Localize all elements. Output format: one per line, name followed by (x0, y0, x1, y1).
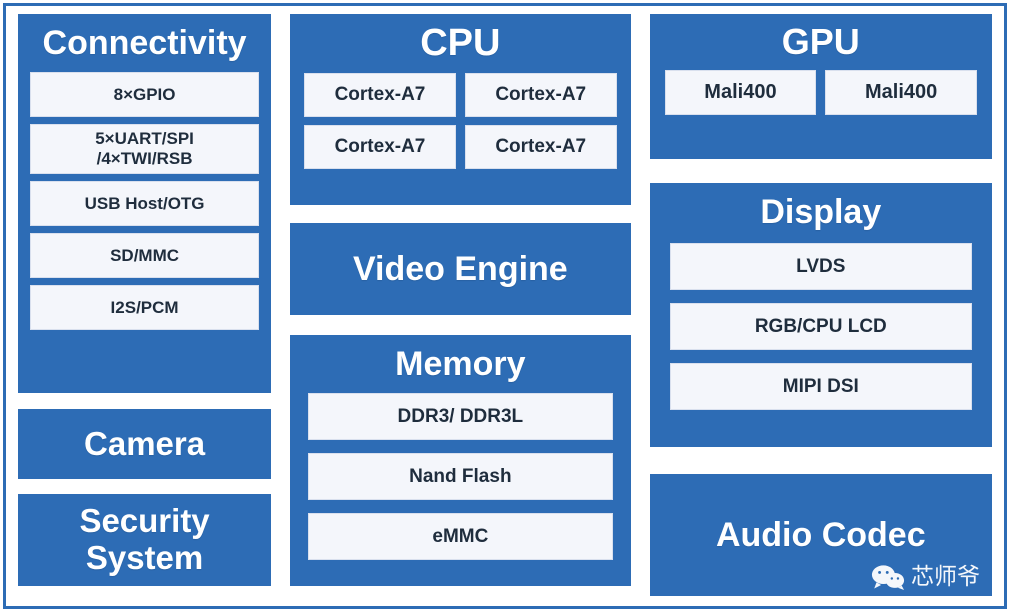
block-memory-title: Memory (395, 345, 526, 383)
cpu-core-row-2: Cortex-A7 Cortex-A7 (304, 124, 617, 169)
connectivity-item-list: 8×GPIO 5×UART/SPI /4×TWI/RSB USB Host/OT… (30, 72, 260, 331)
security-title-line2: System (85, 539, 204, 576)
block-audio-codec-title: Audio Codec (715, 515, 926, 554)
watermark: 芯师爷 (871, 564, 980, 590)
display-item-lvds: LVDS (669, 243, 972, 291)
block-audio-codec: Audio Codec 芯师爷 (649, 474, 992, 596)
block-video-engine-title: Video Engine (352, 249, 568, 288)
block-cpu-title: CPU (420, 22, 501, 64)
security-title-line1: Security (79, 502, 210, 540)
block-gpu-title: GPU (781, 21, 860, 62)
block-camera: Camera (18, 409, 272, 479)
connectivity-item-i2s-pcm: I2S/PCM (30, 285, 260, 331)
column-middle: CPU Cortex-A7 Cortex-A7 Cortex-A7 Cortex… (290, 14, 631, 597)
cpu-core-2: Cortex-A7 (304, 124, 456, 169)
cpu-core-row-1: Cortex-A7 Cortex-A7 (304, 72, 617, 117)
connectivity-item-uart-spi-twi-rsb: 5×UART/SPI /4×TWI/RSB (30, 124, 260, 175)
connectivity-item-uart-line2: /4×TWI/RSB (96, 149, 193, 169)
display-item-rgb-cpu-lcd: RGB/CPU LCD (669, 303, 972, 351)
column-right: GPU Mali400 Mali400 Display LVDS RGB/CPU… (649, 14, 992, 597)
connectivity-item-uart-line1: 5×UART/SPI (95, 129, 194, 149)
block-connectivity-title: Connectivity (42, 24, 247, 62)
connectivity-item-usb: USB Host/OTG (30, 181, 260, 227)
block-security-system-title: Security System (79, 502, 210, 577)
gpu-core-1: Mali400 (825, 70, 978, 116)
block-gpu: GPU Mali400 Mali400 (649, 14, 992, 159)
memory-item-emmc: eMMC (308, 513, 613, 561)
block-connectivity: Connectivity 8×GPIO 5×UART/SPI /4×TWI/RS… (18, 14, 272, 393)
diagram-columns: Connectivity 8×GPIO 5×UART/SPI /4×TWI/RS… (0, 0, 1010, 612)
memory-item-list: DDR3/ DDR3L Nand Flash eMMC (308, 393, 613, 561)
display-item-mipi-dsi: MIPI DSI (669, 363, 972, 411)
wechat-icon (871, 564, 905, 590)
connectivity-item-sdmmc: SD/MMC (30, 233, 260, 279)
display-item-list: LVDS RGB/CPU LCD MIPI DSI (669, 243, 972, 411)
gpu-core-0: Mali400 (664, 70, 817, 116)
cpu-core-0: Cortex-A7 (304, 72, 456, 117)
cpu-core-grid: Cortex-A7 Cortex-A7 Cortex-A7 Cortex-A7 (304, 72, 617, 169)
block-cpu: CPU Cortex-A7 Cortex-A7 Cortex-A7 Cortex… (290, 14, 631, 205)
block-memory: Memory DDR3/ DDR3L Nand Flash eMMC (290, 335, 631, 586)
block-security-system: Security System (18, 494, 272, 586)
column-left: Connectivity 8×GPIO 5×UART/SPI /4×TWI/RS… (18, 14, 272, 597)
block-video-engine: Video Engine (290, 223, 631, 315)
gpu-core-row: Mali400 Mali400 (664, 70, 978, 116)
block-display: Display LVDS RGB/CPU LCD MIPI DSI (649, 183, 992, 447)
watermark-text: 芯师爷 (911, 563, 980, 590)
soc-block-diagram: Connectivity 8×GPIO 5×UART/SPI /4×TWI/RS… (0, 0, 1010, 612)
block-display-title: Display (760, 193, 882, 231)
cpu-core-1: Cortex-A7 (464, 72, 617, 117)
block-camera-title: Camera (84, 424, 206, 462)
memory-item-nand-flash: Nand Flash (308, 453, 613, 501)
cpu-core-3: Cortex-A7 (464, 124, 617, 169)
connectivity-item-gpio: 8×GPIO (30, 72, 260, 118)
memory-item-ddr3: DDR3/ DDR3L (308, 393, 613, 441)
